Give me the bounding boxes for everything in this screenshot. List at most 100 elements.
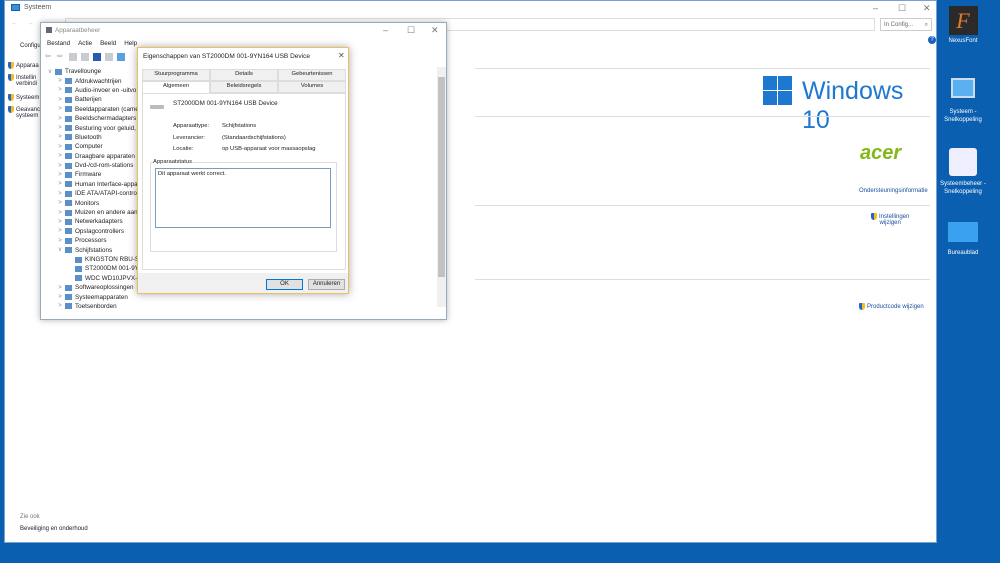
close-button[interactable]: ✕ (431, 25, 439, 36)
properties-icon[interactable] (69, 53, 77, 61)
chevron-right-icon[interactable]: > (55, 200, 65, 206)
scrollbar[interactable] (437, 67, 446, 307)
search-input[interactable]: In Config... ⌕ (880, 18, 932, 31)
desktop-icon-system[interactable]: Systeem - Snelkoppeling (938, 78, 988, 124)
left-link-1[interactable]: Apparaa (8, 62, 39, 69)
minimize-button[interactable]: – (873, 3, 878, 13)
tab-policies[interactable]: Beleidsregels (210, 81, 278, 93)
prop-key: Locatie: (173, 146, 194, 152)
desktop-icon-nexusfont[interactable]: F NexusFont (938, 6, 988, 44)
tab-details[interactable]: Details (210, 69, 278, 81)
help-icon[interactable]: ? (928, 36, 936, 44)
chevron-right-icon[interactable]: > (55, 97, 65, 103)
menu-beeld[interactable]: Beeld (100, 40, 116, 47)
chevron-right-icon[interactable]: > (55, 106, 65, 112)
change-settings-link[interactable]: Instellingen wijzigen (871, 213, 909, 226)
chevron-right-icon[interactable]: > (55, 144, 65, 150)
view-icon[interactable] (105, 53, 113, 61)
chevron-right-icon[interactable]: > (55, 163, 65, 169)
chevron-right-icon[interactable]: > (55, 285, 65, 291)
tab-events[interactable]: Gebeurtenissen (278, 69, 346, 81)
chevron-right-icon[interactable]: > (55, 303, 65, 309)
tree-item-label: Softwareoplossingen (75, 284, 134, 292)
chevron-down-icon[interactable]: v (45, 69, 55, 75)
tree-item-label: Beeldapparaten (camer (75, 105, 141, 113)
drive-icon (150, 105, 164, 109)
chevron-right-icon[interactable]: > (55, 125, 65, 131)
minimize-button[interactable]: – (383, 25, 388, 35)
device-icon (65, 125, 72, 132)
link-text: Productcode wijzigen (867, 304, 924, 311)
tree-item-label: Processors (75, 237, 107, 245)
tab-general[interactable]: Algemeen (142, 81, 210, 93)
chevron-right-icon[interactable]: > (55, 191, 65, 197)
admin-tools-icon (949, 148, 977, 176)
menu-actie[interactable]: Actie (78, 40, 92, 47)
chevron-right-icon[interactable]: > (55, 134, 65, 140)
shield-icon (8, 94, 14, 101)
chevron-down-icon[interactable]: v (55, 247, 65, 253)
menu-help[interactable]: Help (124, 40, 137, 47)
chevron-right-icon[interactable]: > (55, 116, 65, 122)
maximize-button[interactable]: ☐ (898, 3, 906, 14)
desktop-icon-label: Systeembeheer - Snelkoppeling (940, 181, 986, 195)
help-icon[interactable] (93, 53, 101, 61)
property-values: Schijfstations (Standaardschijfstations) o… (222, 121, 315, 156)
cancel-button[interactable]: Annuleren (308, 279, 345, 290)
back-icon[interactable]: ← (11, 20, 18, 27)
scrollbar-thumb[interactable] (438, 77, 445, 277)
menu-bestand[interactable]: Bestand (47, 40, 70, 47)
tab-driver[interactable]: Stuurprogramma (142, 69, 210, 81)
chevron-right-icon[interactable]: > (55, 228, 65, 234)
chevron-right-icon[interactable]: > (55, 78, 65, 84)
chevron-right-icon[interactable]: > (55, 181, 65, 187)
monitor-icon[interactable] (117, 53, 125, 61)
menu-bar: Bestand Actie Beeld Help (47, 40, 137, 47)
chevron-right-icon[interactable]: > (55, 210, 65, 216)
chevron-right-icon[interactable]: > (55, 153, 65, 159)
chevron-right-icon[interactable]: > (55, 172, 65, 178)
device-icon (75, 275, 82, 282)
device-icon (65, 143, 72, 150)
chevron-right-icon[interactable]: > (55, 87, 65, 93)
device-icon (65, 209, 72, 216)
tree-item[interactable]: > Toetsenborden (45, 302, 440, 311)
prop-value: op USB-apparaat voor massaopslag (222, 146, 316, 152)
forward-icon[interactable]: ⇨ (57, 53, 65, 61)
tree-item-label: KINGSTON RBU-SN (85, 256, 144, 263)
device-icon (65, 171, 72, 178)
search-icon: ⌕ (924, 22, 928, 28)
oem-logo: acer (860, 142, 902, 164)
device-icon (65, 106, 72, 113)
close-button[interactable]: ✕ (923, 3, 931, 14)
status-textbox[interactable]: Dit apparaat werkt correct. (155, 168, 331, 228)
product-key-link[interactable]: Productcode wijzigen (859, 303, 924, 310)
ok-button[interactable]: OK (266, 279, 303, 290)
forward-icon[interactable]: → (27, 20, 34, 27)
close-button[interactable]: ✕ (338, 51, 345, 60)
link-text: verbindi (16, 81, 38, 88)
left-link-3[interactable]: Systeem (8, 94, 39, 101)
update-icon[interactable] (81, 53, 89, 61)
desktop-icon-admin[interactable]: Systeembeheer - Snelkoppeling (938, 148, 988, 196)
device-icon (65, 303, 72, 310)
support-info-link[interactable]: Ondersteuningsinformatie (859, 188, 928, 194)
device-icon (75, 265, 82, 272)
link-text: Systeem (16, 95, 40, 102)
left-link-2[interactable]: Instellin verbindi (8, 74, 37, 87)
security-link[interactable]: Beveiliging en onderhoud (20, 526, 88, 532)
tab-volumes[interactable]: Volumes (278, 81, 346, 93)
tree-item-label: Audio-invoer en -uitvo (75, 86, 137, 94)
chevron-right-icon[interactable]: > (55, 238, 65, 244)
back-icon[interactable]: ⇦ (45, 53, 53, 61)
prop-key: Leverancier: (173, 134, 205, 141)
tree-item-label: Computer (75, 143, 103, 151)
tree-item-label: Toetsenborden (75, 302, 117, 310)
maximize-button[interactable]: ☐ (407, 25, 415, 36)
chevron-right-icon[interactable]: > (55, 219, 65, 225)
left-link-4[interactable]: Geavanc systeem (8, 106, 40, 119)
device-icon (65, 200, 72, 207)
windows-logo-icon (763, 76, 792, 105)
chevron-right-icon[interactable]: > (55, 294, 65, 300)
desktop-icon-desktop[interactable]: Bureaublad (938, 222, 988, 256)
